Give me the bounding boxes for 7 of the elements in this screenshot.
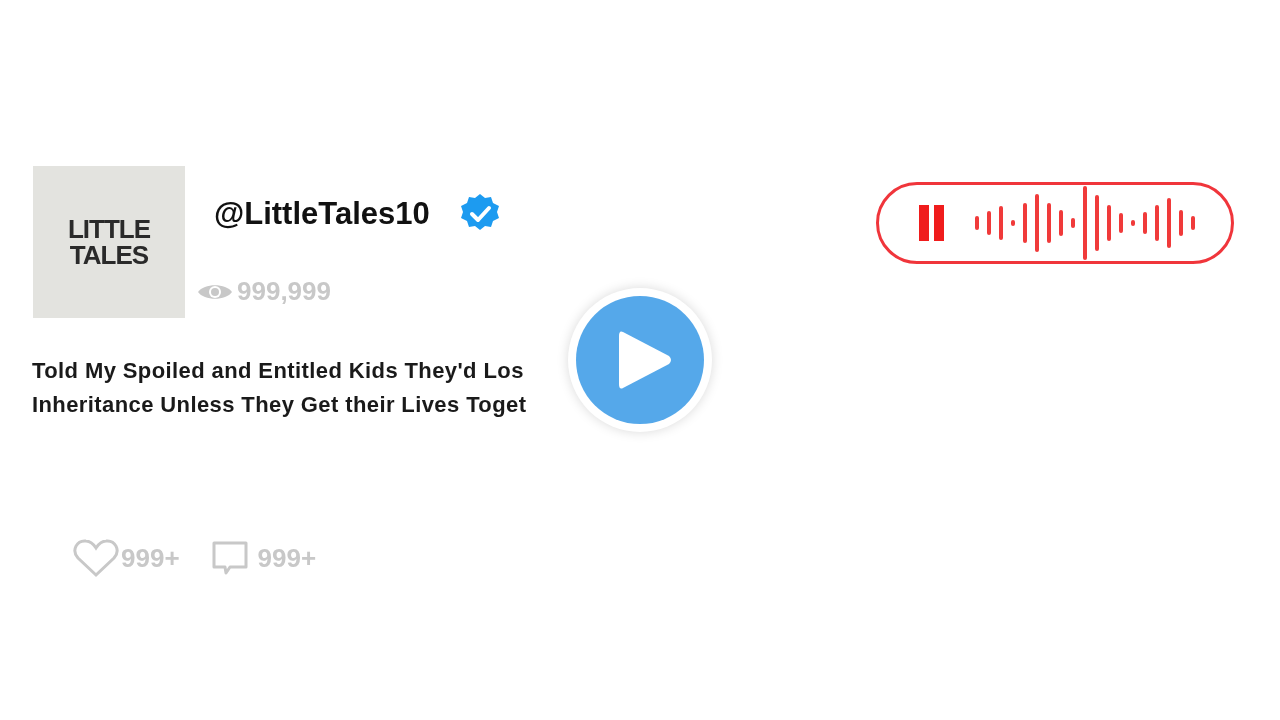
logo-text: LITTLE (67, 216, 151, 242)
pause-icon[interactable] (919, 205, 945, 241)
logo-text: TALES (69, 242, 149, 268)
video-title: Inheritance Unless They Get their Lives Toget (32, 391, 527, 419)
heart-icon[interactable] (73, 538, 119, 578)
video-title: Told My Spoiled and Entitled Kids They'd Los (32, 357, 525, 385)
channel-handle[interactable]: @LittleTales10 (214, 190, 430, 238)
